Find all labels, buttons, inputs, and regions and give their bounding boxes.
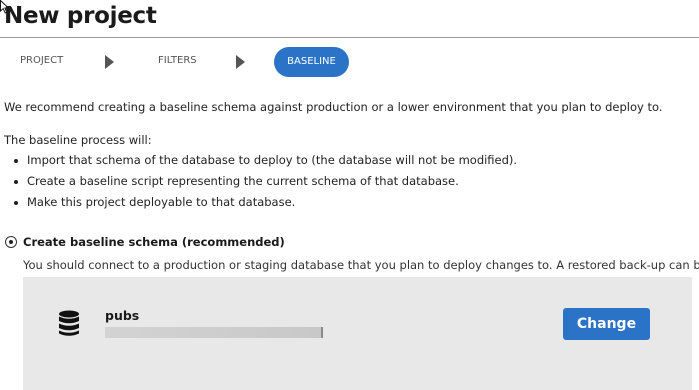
create-baseline-label[interactable]: Create baseline schema (recommended): [23, 235, 285, 249]
bullet-icon: [14, 159, 18, 163]
step-filters[interactable]: FILTERS: [158, 55, 197, 66]
list-item: Import that schema of the database to de…: [12, 153, 517, 174]
database-name: pubs: [105, 308, 140, 323]
baseline-recommendation-text: We recommend creating a baseline schema …: [4, 100, 663, 114]
baseline-process-heading: The baseline process will:: [4, 133, 152, 147]
chevron-right-icon: [236, 55, 245, 69]
bullet-icon: [14, 201, 18, 205]
step-project[interactable]: PROJECT: [20, 55, 63, 66]
new-project-page: New project PROJECT FILTERS BASELINE We …: [0, 0, 699, 390]
list-item-text: Import that schema of the database to de…: [27, 153, 518, 167]
page-title: New project: [4, 3, 157, 29]
create-baseline-help-text: You should connect to a production or st…: [23, 258, 699, 272]
title-divider: [0, 37, 699, 38]
list-item: Create a baseline script representing th…: [12, 174, 517, 195]
radio-selected-indicator: [9, 240, 13, 244]
create-baseline-radio[interactable]: [5, 236, 17, 248]
list-item-text: Make this project deployable to that dat…: [27, 195, 296, 209]
change-database-button[interactable]: Change: [563, 308, 650, 340]
step-baseline-active[interactable]: BASELINE: [274, 47, 349, 77]
list-item-text: Create a baseline script representing th…: [27, 174, 459, 188]
redacted-connection-details: [105, 327, 323, 338]
bullet-icon: [14, 180, 18, 184]
database-connection-panel: pubs Change: [23, 277, 692, 390]
database-icon: [59, 310, 79, 336]
chevron-right-icon: [105, 55, 114, 69]
list-item: Make this project deployable to that dat…: [12, 195, 517, 216]
baseline-process-list: Import that schema of the database to de…: [12, 153, 517, 216]
wizard-steps: PROJECT FILTERS BASELINE: [0, 46, 699, 78]
